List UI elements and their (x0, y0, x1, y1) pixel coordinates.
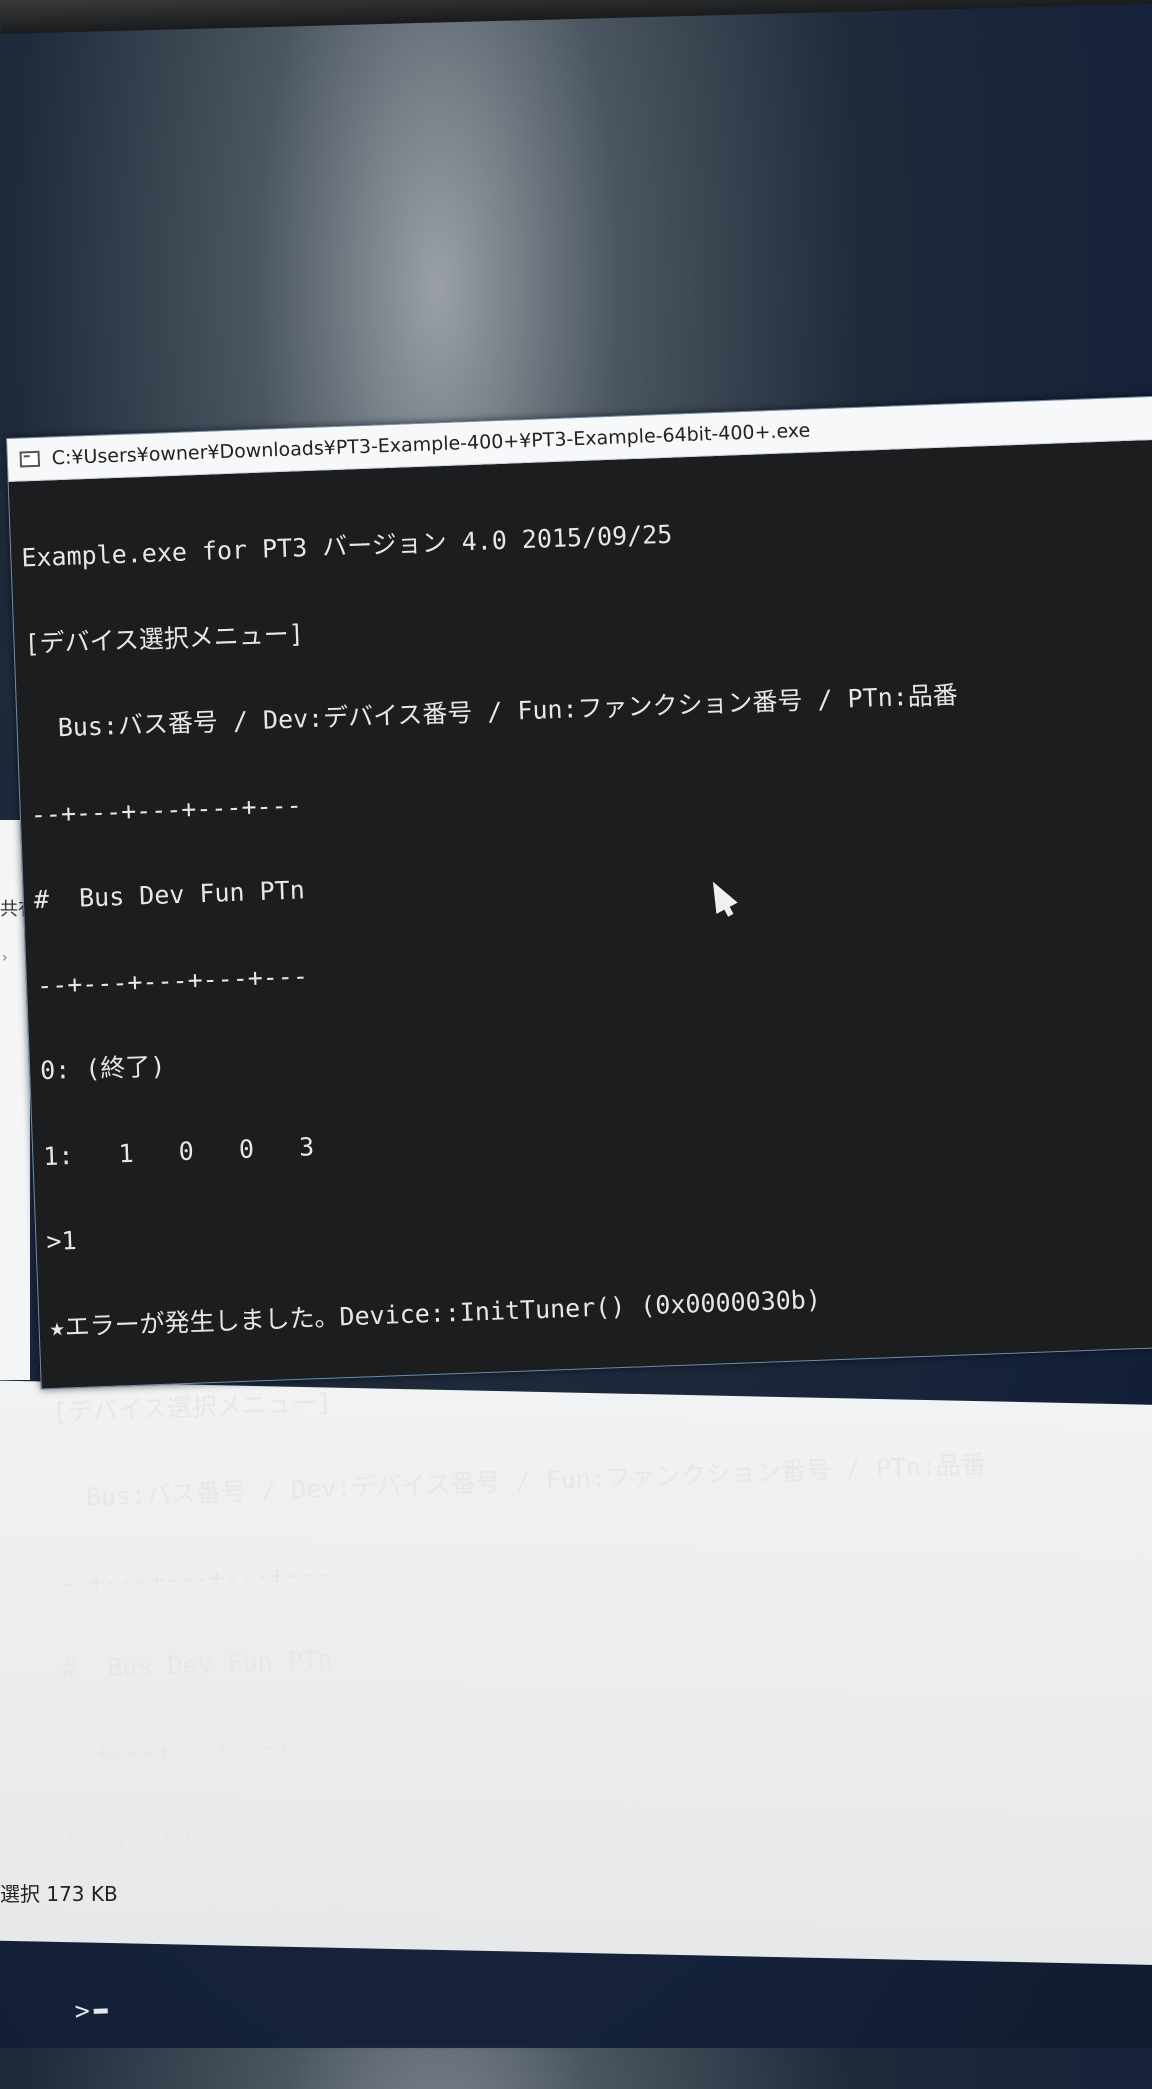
console-line-option-exit: 0: (終了) (67, 1820, 195, 1855)
console-line-option-device: 1: 1 0 0 3 (42, 1131, 315, 1171)
chevron-right-icon[interactable]: › (2, 950, 8, 966)
console-line-version: Example.exe for PT3 バージョン 4.0 2015/09/25 (20, 519, 673, 573)
console-app-icon (19, 450, 41, 468)
console-output[interactable]: Example.exe for PT3 バージョン 4.0 2015/09/25… (9, 439, 1152, 2088)
console-line-menu-header: [デバイス選択メニュー] (24, 618, 305, 658)
console-window[interactable]: C:¥Users¥owner¥Downloads¥PT3-Example-400… (6, 395, 1152, 2025)
monitor-bezel (0, 0, 1152, 34)
console-prompt-line[interactable]: > (74, 1955, 1152, 2025)
console-line-separator: --+---+---+---+--- (64, 1729, 337, 1769)
console-line-menu-header: [デバイス選択メニュー] (52, 1387, 333, 1427)
console-line-error: ★エラーが発生しました。Device::InitTuner() (0x00000… (49, 1284, 822, 1342)
console-line-legend: Bus:バス番号 / Dev:デバイス番号 / Fun:ファンクション番号 / … (55, 1449, 987, 1513)
text-cursor (93, 2008, 108, 2014)
console-line-separator: --+---+---+---+--- (30, 789, 303, 829)
console-line-separator: --+---+---+---+--- (58, 1558, 331, 1598)
console-line-legend: Bus:バス番号 / Dev:デバイス番号 / Fun:ファンクション番号 / … (27, 680, 959, 744)
console-line-option-device: 1: 1 0 0 3 (71, 1900, 343, 1940)
console-prompt: > (74, 1995, 91, 2026)
console-line-columns: # Bus Dev Fun PTn (61, 1644, 334, 1684)
console-line-option-exit: 0: (終了) (39, 1051, 166, 1086)
console-line-columns: # Bus Dev Fun PTn (33, 875, 306, 915)
console-line-input: >1 (45, 1225, 78, 1257)
console-line-separator: --+---+---+---+--- (36, 960, 309, 1000)
